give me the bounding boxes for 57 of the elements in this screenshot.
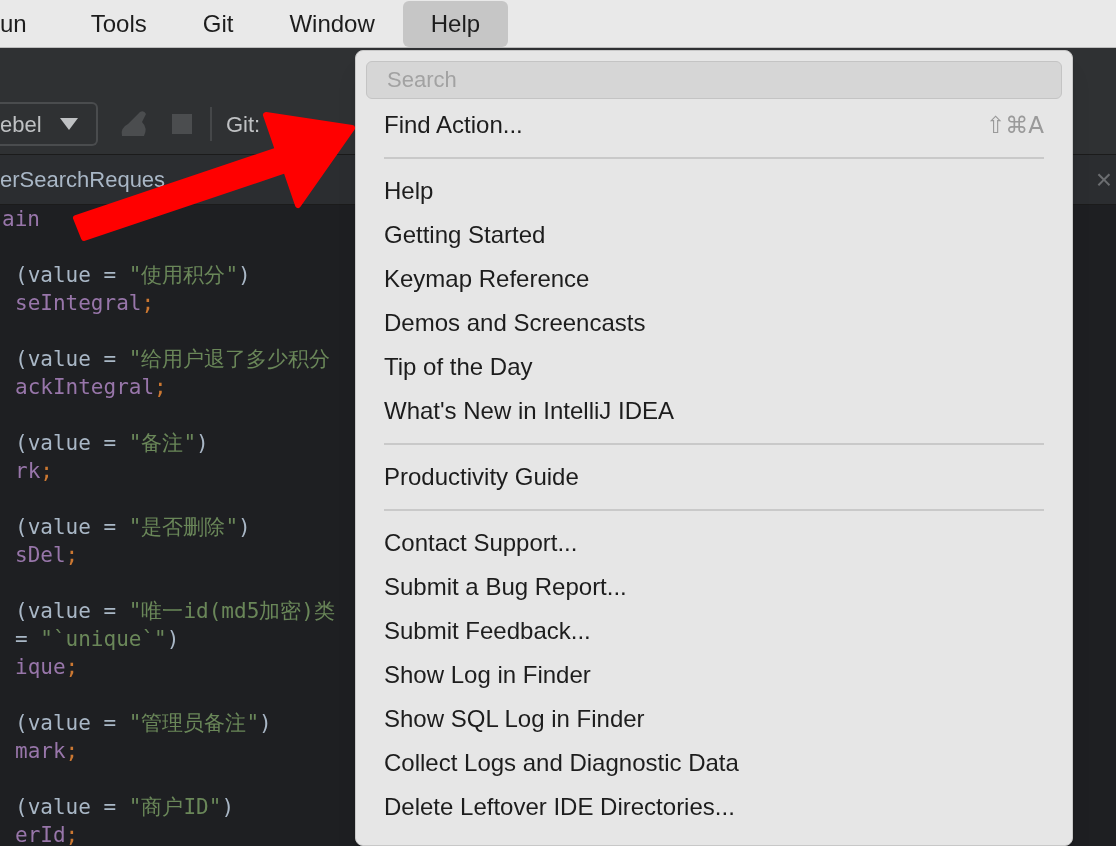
code-line: ackIntegral; — [15, 374, 167, 401]
menu-item[interactable]: Show SQL Log in Finder — [356, 697, 1072, 741]
menu-item-label: Collect Logs and Diagnostic Data — [384, 748, 739, 778]
code-line: (value = "商户ID") — [15, 794, 235, 821]
menu-item[interactable]: Delete Leftover IDE Directories... — [356, 785, 1072, 829]
menu-item-label: Getting Started — [384, 220, 546, 250]
caret-icon — [60, 118, 78, 130]
code-line: (value = "管理员备注") — [15, 710, 272, 737]
code-line: = "`unique`") — [15, 626, 180, 653]
menu-item[interactable]: Demos and Screencasts — [356, 301, 1072, 345]
shortcut-label: ⇧⌘A — [986, 110, 1044, 140]
menu-item[interactable]: Productivity Guide — [356, 455, 1072, 499]
code-line: (value = "给用户退了多少积分 — [15, 346, 331, 373]
menu-bar-item[interactable]: Git — [174, 0, 262, 47]
run-config-dropdown[interactable]: ebel — [0, 102, 98, 146]
menu-item[interactable]: What's New in IntelliJ IDEA — [356, 389, 1072, 433]
menu-item-label: What's New in IntelliJ IDEA — [384, 396, 674, 426]
code-line: ain — [2, 206, 40, 233]
code-line: ique; — [15, 654, 79, 681]
menu-item-label: Keymap Reference — [384, 264, 590, 294]
menu-item-label: Find Action... — [384, 110, 523, 140]
menu-item[interactable]: Find Action... ⇧⌘A — [356, 103, 1072, 147]
menu-item-label: Delete Leftover IDE Directories... — [384, 792, 735, 822]
menu-item[interactable]: Keymap Reference — [356, 257, 1072, 301]
menu-item-label: Submit a Bug Report... — [384, 572, 627, 602]
menu-item-label: Submit Feedback... — [384, 616, 591, 646]
code-line: seIntegral; — [15, 290, 155, 317]
git-label: Git: — [226, 110, 261, 139]
menu-item[interactable]: Submit a Bug Report... — [356, 565, 1072, 609]
menu-item-label: Tip of the Day — [384, 352, 533, 382]
menu-bar-item[interactable]: Help — [402, 0, 509, 47]
menu-item-label: Productivity Guide — [384, 462, 579, 492]
menu-item[interactable]: Submit Feedback... — [356, 609, 1072, 653]
code-line: erId; — [15, 822, 79, 846]
code-line: mark; — [15, 738, 79, 765]
code-line: (value = "备注") — [15, 430, 209, 457]
code-line: (value = "使用积分") — [15, 262, 251, 289]
menu-item[interactable]: Tip of the Day — [356, 345, 1072, 389]
menu-bar-item[interactable]: Tools — [62, 0, 175, 47]
menu-bar-item[interactable]: Window — [261, 0, 403, 47]
code-line: (value = "是否删除") — [15, 514, 251, 541]
stop-icon[interactable] — [172, 114, 192, 134]
menu-item[interactable]: Contact Support... — [356, 521, 1072, 565]
menu-item-label: Show Log in Finder — [384, 660, 591, 690]
menu-item[interactable]: Show Log in Finder — [356, 653, 1072, 697]
code-line: rk; — [15, 458, 53, 485]
menu-item[interactable]: Getting Started — [356, 213, 1072, 257]
menu-item-label: Help — [384, 176, 434, 206]
menu-item-label: Demos and Screencasts — [384, 308, 646, 338]
menu-item-label: Contact Support... — [384, 528, 578, 558]
code-line: (value = "唯一id(md5加密)类 — [15, 598, 335, 625]
menu-item-label: Show SQL Log in Finder — [384, 704, 645, 734]
menu-item[interactable]: Collect Logs and Diagnostic Data — [356, 741, 1072, 785]
menu-item[interactable]: Help — [356, 169, 1072, 213]
editor-tab[interactable]: erSearchReques — [0, 163, 166, 196]
code-line: sDel; — [15, 542, 79, 569]
menu-bar-item[interactable]: un — [0, 0, 63, 47]
